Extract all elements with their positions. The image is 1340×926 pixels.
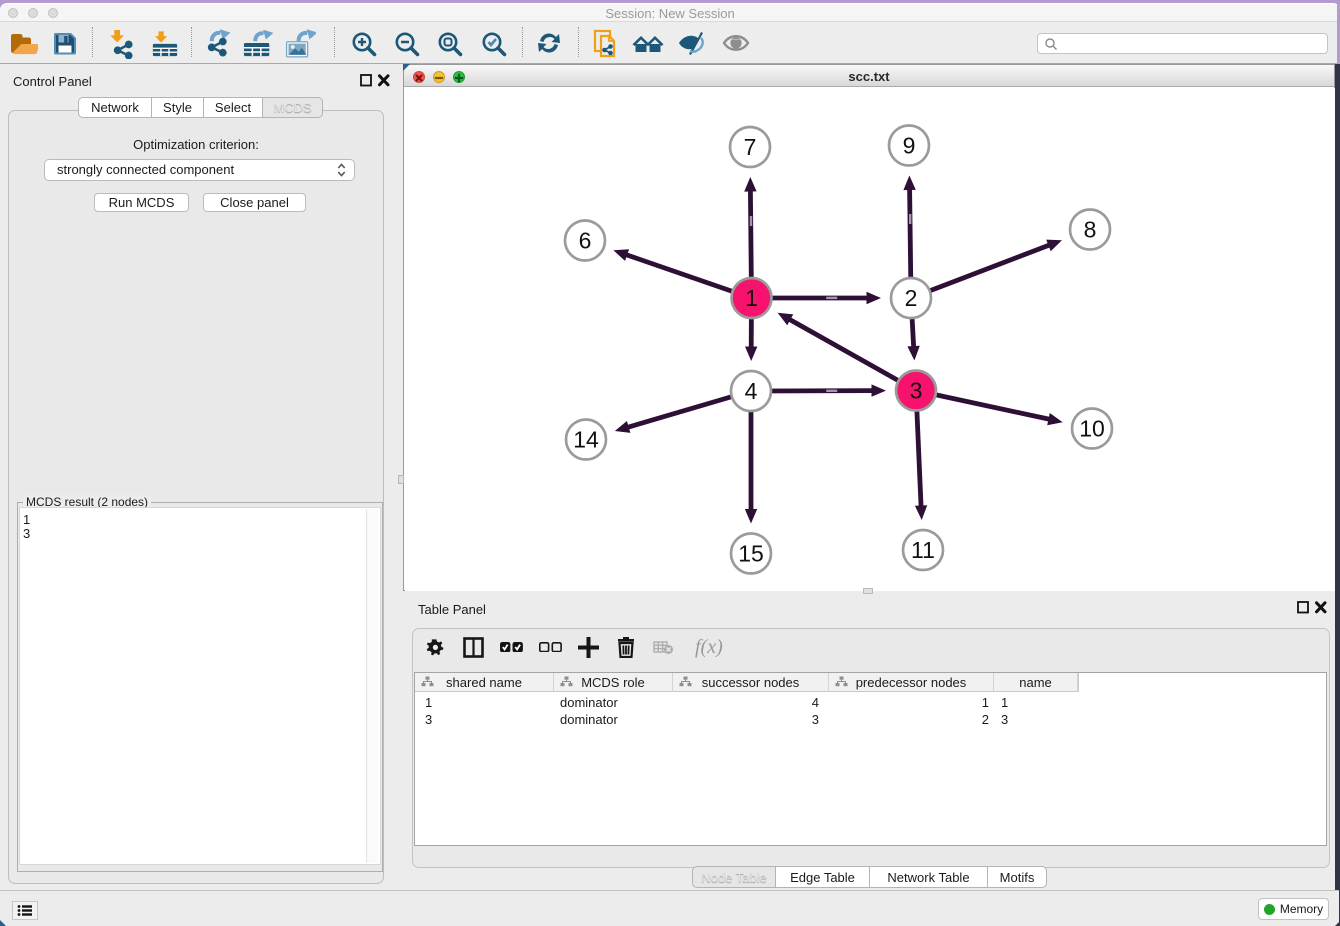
svg-text:11: 11 <box>911 537 935 563</box>
svg-text:4: 4 <box>745 378 758 404</box>
svg-text:7: 7 <box>744 134 757 160</box>
svg-text:15: 15 <box>738 541 764 567</box>
svg-text:8: 8 <box>1084 217 1097 243</box>
svg-text:2: 2 <box>905 285 918 311</box>
svg-text:10: 10 <box>1079 416 1105 442</box>
svg-text:3: 3 <box>910 378 923 404</box>
svg-text:1: 1 <box>745 285 758 311</box>
svg-text:9: 9 <box>903 133 916 159</box>
svg-text:14: 14 <box>573 427 599 453</box>
svg-text:6: 6 <box>579 228 592 254</box>
